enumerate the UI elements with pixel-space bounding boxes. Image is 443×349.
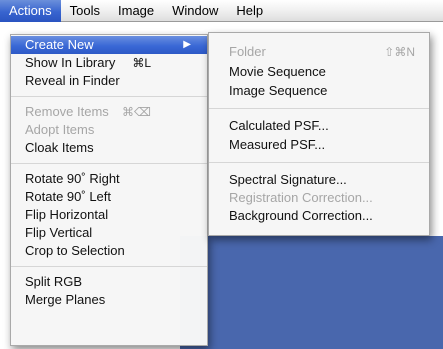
submenu-item-folder: Folder ⇧⌘N (209, 43, 429, 61)
menu-item-label: Show In Library (25, 55, 116, 70)
menu-item-flip-horizontal[interactable]: Flip Horizontal (11, 206, 207, 224)
menu-item-label: Crop to Selection (25, 243, 125, 258)
menu-help[interactable]: Help (227, 0, 272, 22)
menu-item-label: Flip Vertical (25, 225, 93, 240)
menu-item-label: Remove Items (25, 104, 109, 119)
menu-separator (209, 162, 429, 163)
chevron-right-icon: ▶ (183, 39, 191, 50)
menu-item-label: Rotate 90˚ Left (25, 189, 111, 204)
create-new-submenu: Folder ⇧⌘N Movie Sequence Image Sequence… (208, 32, 430, 236)
submenu-item-movie-sequence[interactable]: Movie Sequence (209, 63, 429, 81)
menu-item-cloak-items[interactable]: Cloak Items (11, 139, 207, 157)
menu-item-label: Spectral Signature... (229, 172, 347, 187)
menu-tools[interactable]: Tools (61, 0, 109, 22)
menu-item-label: Adopt Items (25, 122, 95, 137)
menu-item-label: Folder (229, 44, 266, 59)
menu-item-label: Create New (25, 37, 94, 52)
menu-item-adopt-items: Adopt Items (11, 121, 207, 139)
submenu-item-calculated-psf[interactable]: Calculated PSF... (209, 117, 429, 135)
menu-item-label: Movie Sequence (229, 64, 326, 79)
submenu-item-registration-correction: Registration Correction... (209, 189, 429, 207)
shortcut-label: ⇧⌘N (384, 45, 415, 59)
menu-item-label: Measured PSF... (229, 137, 326, 152)
menu-item-label: Cloak Items (25, 140, 94, 155)
menu-item-label: Registration Correction... (229, 190, 373, 205)
menu-item-label: Image Sequence (229, 83, 328, 98)
menu-image[interactable]: Image (109, 0, 163, 22)
menu-item-label: Split RGB (25, 274, 83, 289)
menu-item-merge-planes[interactable]: Merge Planes (11, 291, 207, 309)
menu-separator (209, 108, 429, 109)
menu-item-label: Flip Horizontal (25, 207, 109, 222)
menu-item-remove-items: Remove Items ⌘⌫ (11, 103, 207, 121)
menu-item-rotate-right[interactable]: Rotate 90˚ Right (11, 170, 207, 188)
menu-item-show-in-library[interactable]: Show In Library ⌘L (11, 54, 207, 72)
submenu-item-background-correction[interactable]: Background Correction... (209, 207, 429, 225)
actions-dropdown-menu: Create New ▶ Show In Library ⌘L Reveal i… (10, 34, 208, 346)
menu-item-crop-to-selection[interactable]: Crop to Selection (11, 242, 207, 260)
menu-item-label: Background Correction... (229, 208, 373, 223)
background-window (180, 236, 443, 349)
menu-window[interactable]: Window (163, 0, 227, 22)
menu-item-create-new[interactable]: Create New ▶ (11, 36, 207, 54)
menu-item-label: Rotate 90˚ Right (25, 171, 120, 186)
menu-item-reveal-in-finder[interactable]: Reveal in Finder (11, 72, 207, 90)
menu-bar: Actions Tools Image Window Help (0, 0, 443, 22)
menu-item-label: Reveal in Finder (25, 73, 120, 88)
menu-item-label: Merge Planes (25, 292, 106, 307)
menu-actions[interactable]: Actions (0, 0, 61, 22)
menu-item-rotate-left[interactable]: Rotate 90˚ Left (11, 188, 207, 206)
menu-item-split-rgb[interactable]: Split RGB (11, 273, 207, 291)
shortcut-label: ⌘⌫ (122, 105, 151, 119)
menu-separator (11, 266, 207, 267)
menu-item-label: Calculated PSF... (229, 118, 329, 133)
shortcut-label: ⌘L (132, 56, 151, 70)
submenu-item-measured-psf[interactable]: Measured PSF... (209, 136, 429, 154)
submenu-item-image-sequence[interactable]: Image Sequence (209, 82, 429, 100)
menu-item-flip-vertical[interactable]: Flip Vertical (11, 224, 207, 242)
menu-separator (11, 96, 207, 97)
menu-separator (11, 163, 207, 164)
submenu-item-spectral-signature[interactable]: Spectral Signature... (209, 171, 429, 189)
